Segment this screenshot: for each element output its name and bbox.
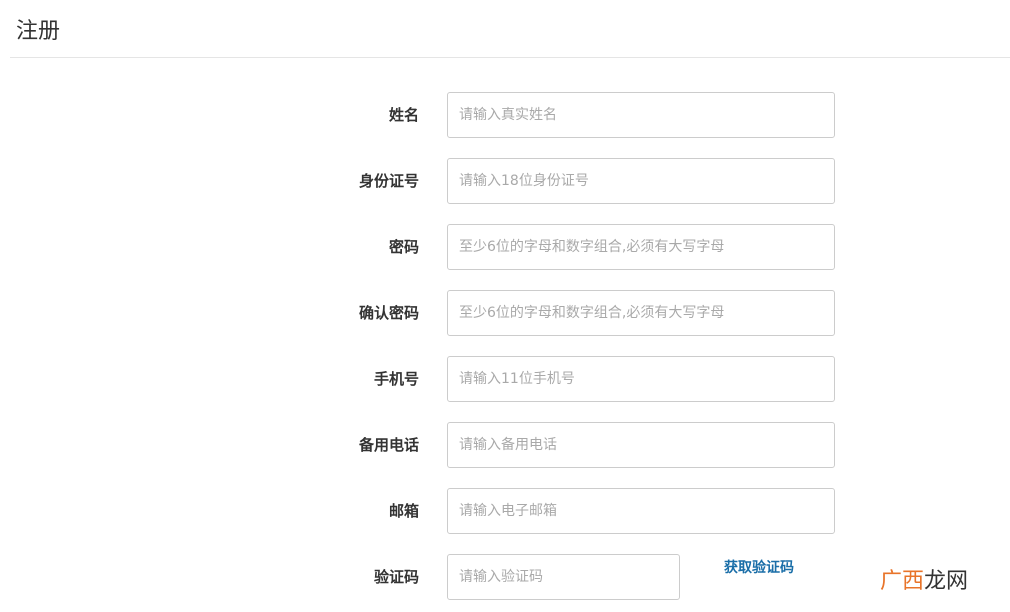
name-label: 姓名 <box>388 106 419 124</box>
email-input[interactable] <box>447 488 835 534</box>
site-watermark-logo: 广西龙网 <box>880 568 968 596</box>
name-input[interactable] <box>447 92 835 138</box>
get-code-link[interactable]: 获取验证码 <box>724 558 794 578</box>
phone-label: 手机号 <box>373 370 419 388</box>
watermark-part2: 龙网 <box>924 569 969 594</box>
backup-phone-label: 备用电话 <box>358 436 419 454</box>
id-number-input[interactable] <box>447 158 835 204</box>
watermark-part1: 广西 <box>880 569 925 594</box>
password-label: 密码 <box>388 238 419 256</box>
form-row-password: 密码 <box>0 224 1010 270</box>
page-header: 注册 <box>10 0 1010 58</box>
form-row-phone: 手机号 <box>0 356 1010 402</box>
form-row-verification-code: 验证码 获取验证码 <box>0 554 1010 600</box>
form-row-name: 姓名 <box>0 92 1010 138</box>
page-title: 注册 <box>16 19 61 44</box>
verification-code-label: 验证码 <box>373 568 419 586</box>
verification-code-input[interactable] <box>447 554 680 600</box>
phone-input[interactable] <box>447 356 835 402</box>
id-number-label: 身份证号 <box>358 172 419 190</box>
registration-page: 注册 姓名 身份证号 密码 确认密码 手机号 备用电话 邮箱 验证码 获取验证码… <box>0 0 1010 612</box>
email-label: 邮箱 <box>388 502 419 520</box>
form-row-id-number: 身份证号 <box>0 158 1010 204</box>
backup-phone-input[interactable] <box>447 422 835 468</box>
form-row-backup-phone: 备用电话 <box>0 422 1010 468</box>
form-row-confirm-password: 确认密码 <box>0 290 1010 336</box>
password-input[interactable] <box>447 224 835 270</box>
form-row-email: 邮箱 <box>0 488 1010 534</box>
confirm-password-label: 确认密码 <box>358 304 419 322</box>
confirm-password-input[interactable] <box>447 290 835 336</box>
